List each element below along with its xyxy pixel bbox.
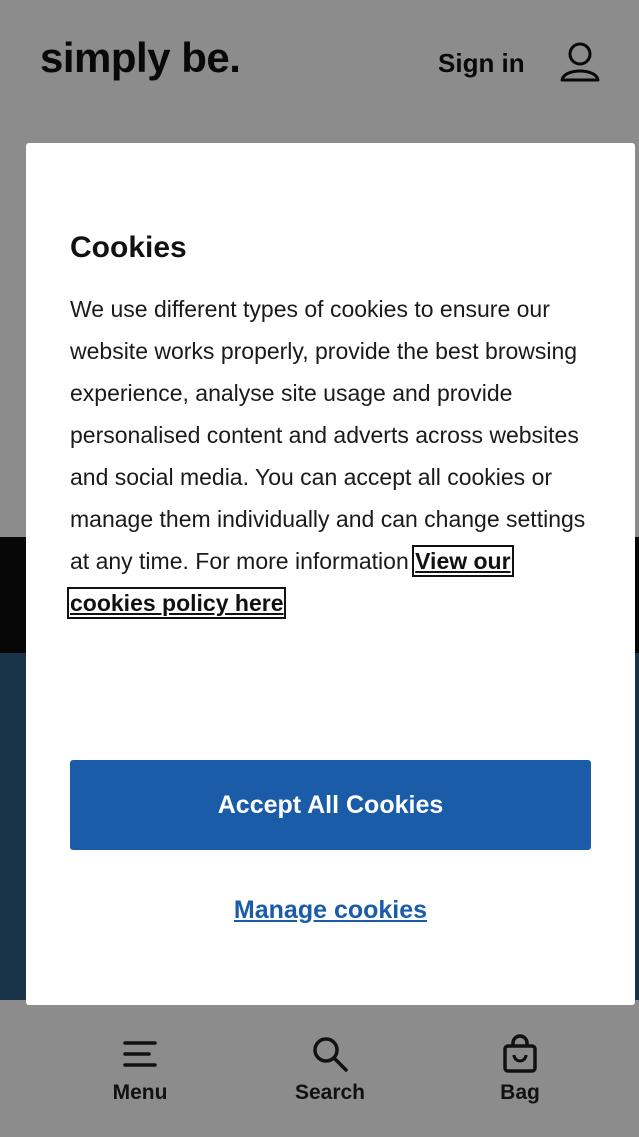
search-icon: [313, 1037, 348, 1072]
bag-icon: [503, 1034, 537, 1073]
nav-menu-label: Menu: [112, 1081, 168, 1104]
cookie-modal-title: Cookies: [70, 231, 187, 264]
cookie-modal-text: We use different types of cookies to ens…: [67, 288, 590, 624]
accept-all-cookies-button[interactable]: Accept All Cookies: [70, 760, 591, 850]
nav-search[interactable]: Search: [275, 1033, 385, 1105]
menu-icon: [123, 1041, 157, 1067]
cookie-description: We use different types of cookies to ens…: [70, 296, 586, 574]
cookie-modal: Cookies We use different types of cookie…: [26, 143, 635, 1005]
nav-bag[interactable]: Bag: [465, 1033, 575, 1105]
nav-menu[interactable]: Menu: [85, 1033, 195, 1105]
bottom-nav: Menu Search Bag: [0, 1005, 639, 1137]
manage-cookies-link[interactable]: Manage cookies: [26, 896, 635, 925]
nav-search-label: Search: [294, 1081, 366, 1104]
nav-bag-label: Bag: [500, 1081, 540, 1104]
